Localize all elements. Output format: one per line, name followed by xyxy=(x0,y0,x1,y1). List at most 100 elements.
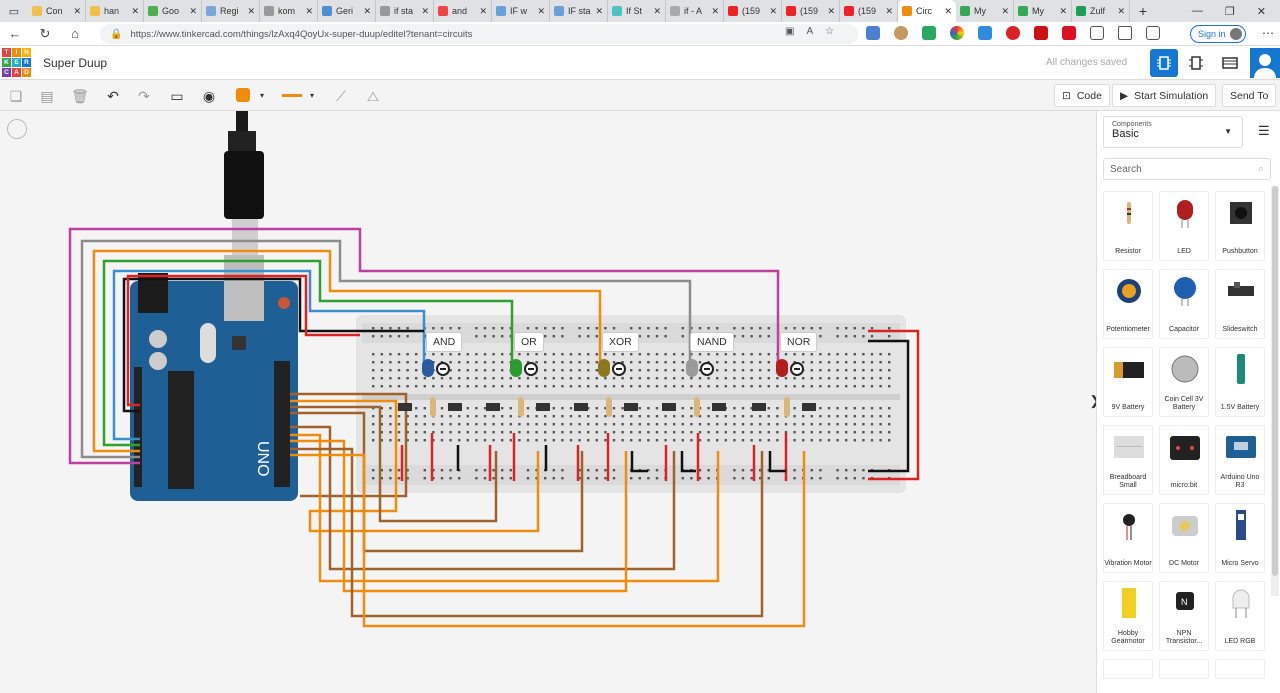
led[interactable] xyxy=(598,359,610,377)
slideswitch[interactable] xyxy=(574,403,588,411)
component-list-button[interactable] xyxy=(1216,49,1244,77)
browser-tab[interactable]: Zulf ✕ xyxy=(1072,0,1130,22)
tab-close-icon[interactable]: ✕ xyxy=(131,6,139,17)
copy-icon[interactable]: ❏ xyxy=(7,87,25,105)
puzzle-extension-icon[interactable] xyxy=(1090,26,1104,40)
component-capacitor[interactable]: Capacitor xyxy=(1159,269,1209,339)
paste-icon[interactable]: ▤ xyxy=(38,87,56,105)
delete-icon[interactable]: 🗑 xyxy=(71,87,89,105)
tab-close-icon[interactable]: ✕ xyxy=(711,6,719,17)
window-menu-icon[interactable]: ▭ xyxy=(0,0,28,22)
led[interactable] xyxy=(686,359,698,377)
gate-label-nand[interactable]: NAND xyxy=(690,332,734,352)
browser-tab[interactable]: IF w ✕ xyxy=(492,0,550,22)
wire-type-dropdown-icon[interactable]: ▾ xyxy=(310,91,314,100)
favorite-icon[interactable]: ☆ xyxy=(825,26,834,37)
resistor[interactable] xyxy=(518,397,524,417)
browser-tab[interactable]: han ✕ xyxy=(86,0,144,22)
tab-close-icon[interactable]: ✕ xyxy=(885,6,893,17)
tab-close-icon[interactable]: ✕ xyxy=(1059,6,1067,17)
read-aloud-icon[interactable]: A xyxy=(806,26,813,37)
slideswitch[interactable] xyxy=(486,403,500,411)
led[interactable] xyxy=(776,359,788,377)
tab-close-icon[interactable]: ✕ xyxy=(73,6,81,17)
component-breadboard[interactable]: Breadboard Small xyxy=(1103,425,1153,495)
component-coin-cell[interactable]: Coin Cell 3V Battery xyxy=(1159,347,1209,417)
more-menu-icon[interactable]: ⋯ xyxy=(1262,26,1274,40)
component-led[interactable]: LED xyxy=(1159,191,1209,261)
led[interactable] xyxy=(510,359,522,377)
browser-tab[interactable]: My ✕ xyxy=(956,0,1014,22)
tab-close-icon[interactable]: ✕ xyxy=(479,6,487,17)
component-dc-motor[interactable]: DC Motor xyxy=(1159,503,1209,573)
component-arduino[interactable]: Arduino Uno R3 xyxy=(1215,425,1265,495)
circuit-view-button[interactable] xyxy=(1150,49,1178,77)
back-icon[interactable]: ← xyxy=(0,26,30,41)
browser-tab[interactable]: (159 ✕ xyxy=(782,0,840,22)
extension-icon[interactable] xyxy=(922,26,936,40)
component-transistor[interactable]: N NPN Transistor... xyxy=(1159,581,1209,651)
notes-visibility-icon[interactable]: ◉ xyxy=(200,87,218,105)
close-window-icon[interactable]: ✕ xyxy=(1257,5,1266,18)
favorites-icon[interactable] xyxy=(1118,26,1132,40)
browser-tab[interactable]: if - A ✕ xyxy=(666,0,724,22)
browser-tab[interactable]: Circ ✕ xyxy=(898,0,956,22)
browser-tab[interactable]: IF sta ✕ xyxy=(550,0,608,22)
start-simulation-button[interactable]: ▶ Start Simulation xyxy=(1112,84,1217,107)
component-battery-9v[interactable]: 9V Battery xyxy=(1103,347,1153,417)
color-dropdown-icon[interactable]: ▾ xyxy=(260,91,264,100)
tab-close-icon[interactable]: ✕ xyxy=(827,6,835,17)
tab-close-icon[interactable]: ✕ xyxy=(595,6,603,17)
tab-close-icon[interactable]: ✕ xyxy=(305,6,313,17)
tab-close-icon[interactable]: ✕ xyxy=(537,6,545,17)
component-partial[interactable] xyxy=(1215,659,1265,679)
component-pushbutton[interactable]: Pushbutton xyxy=(1215,191,1265,261)
component-gearmotor[interactable]: Hobby Gearmotor xyxy=(1103,581,1153,651)
url-field[interactable]: 🔒 https://www.tinkercad.com/things/lzAxq… xyxy=(100,24,858,44)
component-partial[interactable] xyxy=(1159,659,1209,679)
component-search-input[interactable]: Search ⌕ xyxy=(1103,158,1271,180)
slideswitch[interactable] xyxy=(712,403,726,411)
gate-label-nor[interactable]: NOR xyxy=(780,332,818,352)
notes-icon[interactable]: ▭ xyxy=(168,87,186,105)
project-title[interactable]: Super Duup xyxy=(43,56,107,70)
browser-tab[interactable]: Regi ✕ xyxy=(202,0,260,22)
circuit-canvas[interactable]: UNO AND OR XOR NAND NOR xyxy=(0,111,1096,693)
panel-scrollbar[interactable] xyxy=(1271,186,1279,596)
tab-close-icon[interactable]: ✕ xyxy=(653,6,661,17)
schematic-view-button[interactable] xyxy=(1182,49,1210,77)
component-battery-aa[interactable]: 1.5V Battery xyxy=(1215,347,1265,417)
tab-close-icon[interactable]: ✕ xyxy=(363,6,371,17)
collections-icon[interactable] xyxy=(1146,26,1160,40)
browser-tab[interactable]: if sta ✕ xyxy=(376,0,434,22)
resistor[interactable] xyxy=(694,397,700,417)
extension-icon[interactable] xyxy=(1034,26,1048,40)
browser-tab[interactable]: If St ✕ xyxy=(608,0,666,22)
components-category-select[interactable]: Components Basic ▼ xyxy=(1103,116,1243,148)
reload-icon[interactable]: ↻ xyxy=(30,26,60,42)
wire-color-swatch[interactable] xyxy=(236,88,250,102)
component-potentiometer[interactable]: Potentiometer xyxy=(1103,269,1153,339)
extension-icon[interactable] xyxy=(978,26,992,40)
resistor[interactable] xyxy=(784,397,790,417)
browser-tab[interactable]: and ✕ xyxy=(434,0,492,22)
arduino-uno-board[interactable] xyxy=(130,281,298,501)
component-resistor[interactable]: Resistor xyxy=(1103,191,1153,261)
gate-label-or[interactable]: OR xyxy=(514,332,544,352)
home-icon[interactable]: ⌂ xyxy=(60,26,90,41)
browser-tab[interactable]: Geri ✕ xyxy=(318,0,376,22)
code-button[interactable]: ⊡ Code xyxy=(1054,84,1110,107)
tab-close-icon[interactable]: ✕ xyxy=(189,6,197,17)
slideswitch[interactable] xyxy=(802,403,816,411)
wire-type-swatch[interactable] xyxy=(282,94,302,97)
tab-close-icon[interactable]: ✕ xyxy=(769,6,777,17)
extension-icon[interactable] xyxy=(1006,26,1020,40)
gate-label-and[interactable]: AND xyxy=(426,332,463,352)
sign-in-button[interactable]: Sign in xyxy=(1190,25,1246,43)
slideswitch[interactable] xyxy=(398,403,412,411)
component-partial[interactable] xyxy=(1103,659,1153,679)
slideswitch[interactable] xyxy=(662,403,676,411)
extension-icon[interactable] xyxy=(1062,26,1076,40)
extension-icon[interactable] xyxy=(894,26,908,40)
slideswitch[interactable] xyxy=(624,403,638,411)
